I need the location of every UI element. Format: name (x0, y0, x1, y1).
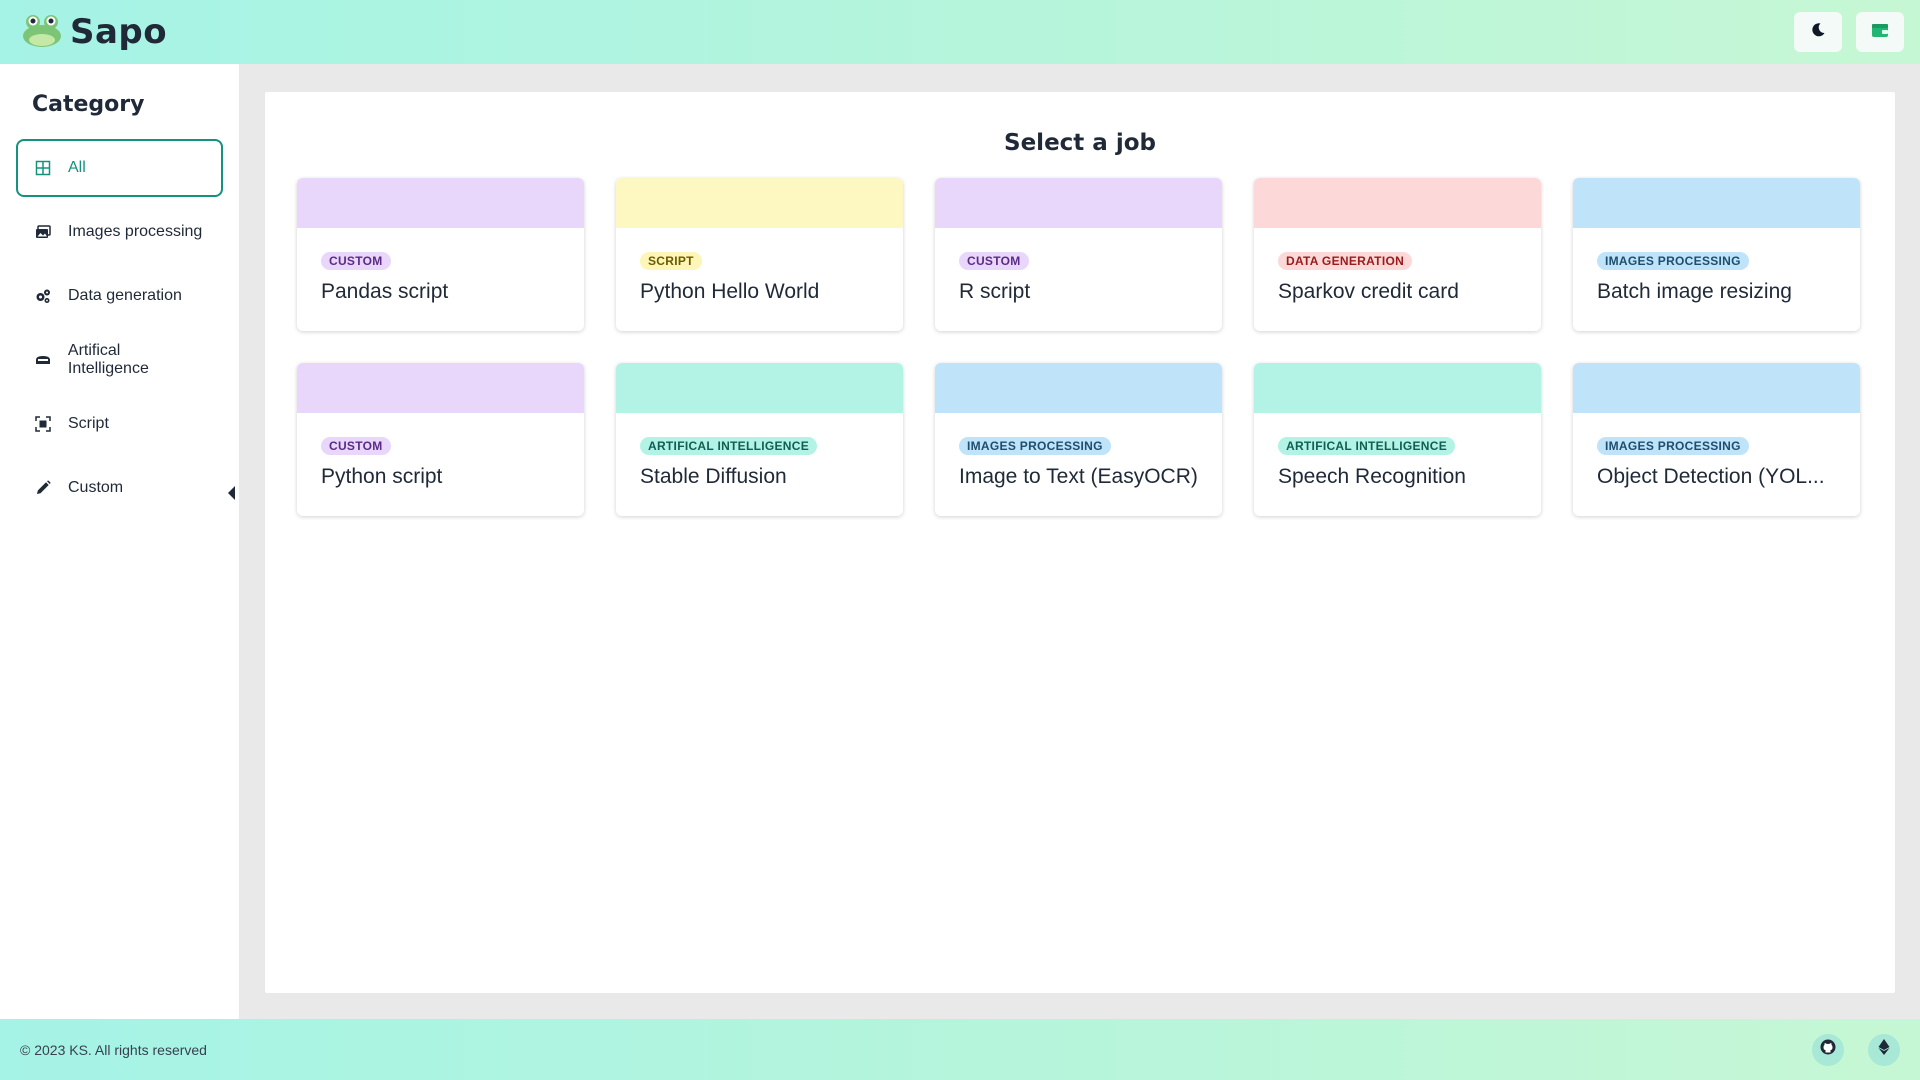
card-body: CUSTOM Python script (297, 413, 584, 489)
frog-icon (22, 12, 62, 53)
job-panel: Select a job CUSTOM Pandas script SCRIPT Py… (265, 92, 1895, 993)
card-color-band (935, 363, 1222, 413)
ethereum-icon (1878, 1039, 1890, 1060)
card-color-band (1573, 178, 1860, 228)
category-badge: IMAGES PROCESSING (1597, 437, 1749, 455)
grid-icon (34, 159, 52, 177)
job-title: Image to Text (EasyOCR) (959, 465, 1198, 488)
category-item-script[interactable]: Script (16, 395, 223, 453)
job-title: Pandas script (321, 280, 449, 303)
card-body: IMAGES PROCESSING Batch image resizing (1573, 228, 1860, 304)
job-card[interactable]: CUSTOM Pandas script (297, 178, 584, 331)
job-title: Batch image resizing (1597, 280, 1792, 303)
scan-icon (34, 415, 52, 433)
copyright-text: © 2023 KS. All rights reserved (20, 1041, 207, 1058)
card-color-band (297, 178, 584, 228)
card-body: CUSTOM Pandas script (297, 228, 584, 304)
sidebar-collapse-toggle[interactable] (228, 486, 235, 500)
category-badge: IMAGES PROCESSING (1597, 252, 1749, 270)
category-badge: SCRIPT (640, 252, 702, 270)
card-body: IMAGES PROCESSING Image to Text (EasyOCR) (935, 413, 1222, 489)
brand[interactable]: Sapo (22, 12, 167, 53)
job-title: R script (959, 280, 1031, 303)
job-title: Python Hello World (640, 280, 820, 303)
category-label: Custom (68, 479, 124, 496)
job-card[interactable]: IMAGES PROCESSING Image to Text (EasyOCR) (935, 363, 1222, 516)
category-badge: DATA GENERATION (1278, 252, 1413, 270)
card-color-band (616, 178, 903, 228)
card-body: DATA GENERATION Sparkov credit card (1254, 228, 1541, 304)
wallet-icon (1871, 22, 1889, 43)
card-body: ARTIFICAL INTELLIGENCE Speech Recognition (1254, 413, 1541, 489)
gears-icon (34, 287, 52, 305)
moon-icon (1810, 22, 1826, 43)
category-label: Data generation (68, 287, 182, 304)
category-label: Images processing (68, 223, 203, 240)
robot-icon (34, 351, 52, 369)
job-title: Sparkov credit card (1278, 280, 1459, 303)
job-card[interactable]: IMAGES PROCESSING Batch image resizing (1573, 178, 1860, 331)
job-card[interactable]: IMAGES PROCESSING Object Detection (YOL..… (1573, 363, 1860, 516)
category-label: Script (68, 415, 109, 432)
github-link[interactable] (1812, 1033, 1844, 1066)
card-color-band (935, 178, 1222, 228)
job-title: Object Detection (YOL... (1597, 465, 1825, 488)
card-body: ARTIFICAL INTELLIGENCE Stable Diffusion (616, 413, 903, 489)
category-badge: CUSTOM (321, 437, 391, 455)
pencil-icon (34, 479, 52, 497)
job-title: Speech Recognition (1278, 465, 1466, 488)
job-title: Stable Diffusion (640, 465, 787, 488)
category-item-custom[interactable]: Custom (16, 459, 223, 517)
job-card[interactable]: SCRIPT Python Hello World (616, 178, 903, 331)
category-label: Artifical Intelligence (67, 342, 149, 377)
card-body: CUSTOM R script (935, 228, 1222, 304)
card-color-band (616, 363, 903, 413)
card-color-band (1254, 178, 1541, 228)
github-icon (1820, 1039, 1836, 1060)
wallet-button[interactable] (1856, 12, 1904, 52)
job-card[interactable]: ARTIFICAL INTELLIGENCE Stable Diffusion (616, 363, 903, 516)
category-badge: ARTIFICAL INTELLIGENCE (640, 437, 818, 455)
footer: © 2023 KS. All rights reserved (0, 1019, 1920, 1080)
images-icon (34, 223, 52, 241)
page-title: Select a job (1004, 130, 1156, 156)
category-sidebar: Category All Images processing Data gene… (0, 64, 239, 1019)
job-card[interactable]: CUSTOM R script (935, 178, 1222, 331)
category-badge: CUSTOM (321, 252, 391, 270)
category-item-artifical-intelligence[interactable]: Artifical Intelligence (16, 331, 223, 389)
card-body: IMAGES PROCESSING Object Detection (YOL..… (1573, 413, 1860, 489)
category-item-data-generation[interactable]: Data generation (16, 267, 223, 325)
category-item-all[interactable]: All (16, 139, 223, 197)
job-grid: CUSTOM Pandas script SCRIPT Python Hello Wo… (297, 178, 1860, 516)
category-badge: CUSTOM (959, 252, 1029, 270)
card-color-band (1573, 363, 1860, 413)
ethereum-link[interactable] (1868, 1033, 1900, 1066)
category-label: All (68, 159, 86, 176)
job-title: Python script (321, 465, 443, 488)
card-body: SCRIPT Python Hello World (616, 228, 903, 304)
app-name: Sapo (70, 12, 168, 52)
category-badge: ARTIFICAL INTELLIGENCE (1278, 437, 1456, 455)
theme-toggle-button[interactable] (1794, 12, 1842, 52)
top-header: Sapo (0, 0, 1920, 64)
sidebar-title: Category (32, 92, 145, 117)
card-color-band (297, 363, 584, 413)
card-color-band (1254, 363, 1541, 413)
job-card[interactable]: DATA GENERATION Sparkov credit card (1254, 178, 1541, 331)
category-badge: IMAGES PROCESSING (959, 437, 1111, 455)
job-card[interactable]: CUSTOM Python script (297, 363, 584, 516)
job-card[interactable]: ARTIFICAL INTELLIGENCE Speech Recognition (1254, 363, 1541, 516)
category-item-images-processing[interactable]: Images processing (16, 203, 223, 261)
